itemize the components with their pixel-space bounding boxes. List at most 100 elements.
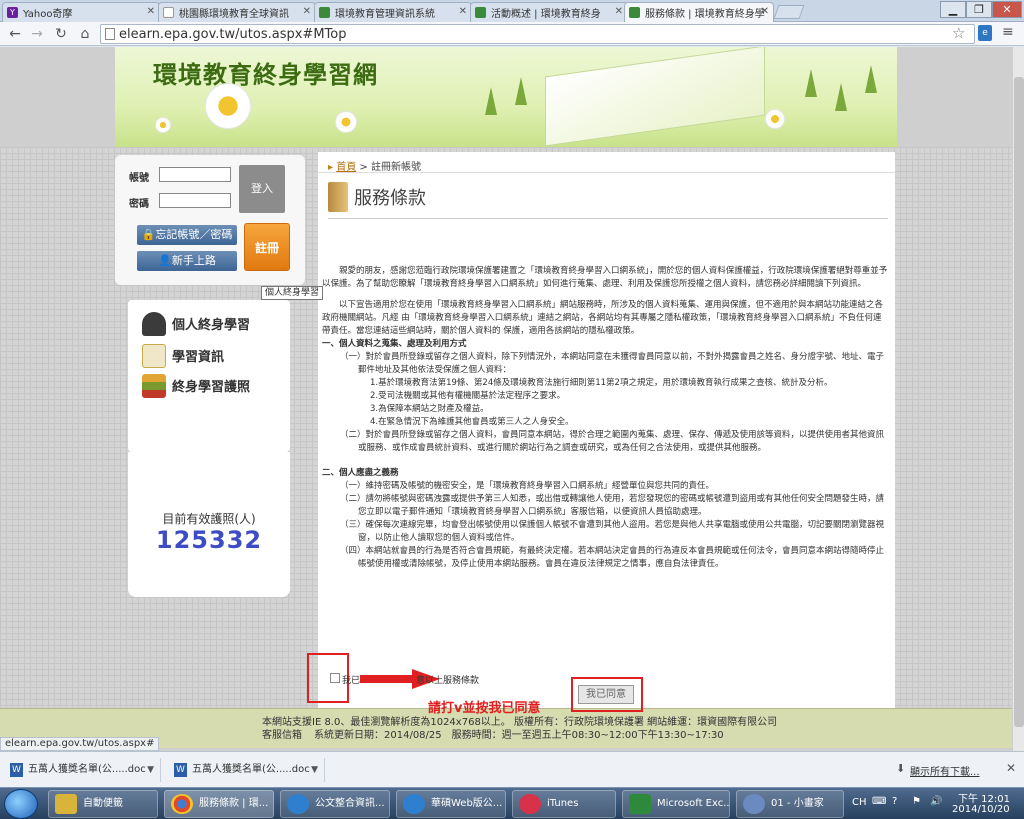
- chevron-down-icon[interactable]: ▼: [311, 758, 318, 782]
- help-icon[interactable]: ?: [892, 796, 897, 807]
- scrollbar-thumb[interactable]: [1014, 77, 1024, 727]
- newbie-guide-button[interactable]: 👤新手上路: [137, 251, 237, 271]
- language-indicator[interactable]: CH: [852, 797, 867, 808]
- clock-date[interactable]: 2014/10/20: [952, 804, 1010, 815]
- footer-contact: 客服信箱: [262, 730, 302, 741]
- extension-icon[interactable]: e: [978, 25, 992, 41]
- menu-item-personal-learning[interactable]: 個人終身學習: [128, 310, 288, 340]
- taskbar-item[interactable]: 自動便籤: [48, 790, 158, 818]
- open-book-illustration: [545, 47, 765, 147]
- terms-intro-1: 親愛的朋友，感謝您蒞臨行政院環境保護署建置之「環境教育終身學習入口網系統」，開於…: [322, 266, 888, 289]
- back-icon[interactable]: ←: [6, 25, 24, 43]
- lock-icon: 🔒: [141, 228, 156, 241]
- page-icon: [105, 28, 115, 40]
- sticky-notes-icon: [55, 794, 77, 814]
- new-tab-button[interactable]: [773, 5, 805, 19]
- account-input[interactable]: [159, 167, 231, 182]
- taskbar-item[interactable]: iTunes: [512, 790, 616, 818]
- taskbar-item[interactable]: 公文整合資訊...: [280, 790, 390, 818]
- user-icon: 👤: [158, 254, 172, 267]
- menu-item-passport[interactable]: 終身學習護照: [128, 372, 288, 402]
- taskbar-item[interactable]: 華碩Web版公...: [396, 790, 506, 818]
- tab-label: 服務條款 | 環境教育終身學: [645, 9, 765, 20]
- passport-count-box: 目前有效護照(人) 125332: [128, 452, 290, 597]
- browser-toolbar: ← → ↻ ⌂ elearn.epa.gov.tw/utos.aspx#MTop: [0, 22, 1024, 46]
- taskbar-item[interactable]: Microsoft Exc...: [622, 790, 730, 818]
- keyboard-icon[interactable]: ⌨: [872, 796, 886, 807]
- page-scrollbar[interactable]: [1012, 47, 1024, 751]
- site-banner: 環境教育終身學習網: [115, 47, 897, 147]
- close-tab-icon[interactable]: ✕: [459, 6, 467, 17]
- password-label: 密碼: [129, 199, 149, 210]
- agree-label-end: 意以上服務條款: [416, 676, 480, 686]
- tab-yahoo[interactable]: Y Yahoo奇摩 ✕: [2, 2, 160, 22]
- terms-text: 親愛的朋友，感謝您蒞臨行政院環境保護署建置之「環境教育終身學習入口網系統」，開於…: [322, 265, 888, 571]
- daisy-icon: [335, 111, 357, 133]
- agree-label-start: 我已: [342, 676, 361, 686]
- close-tab-icon[interactable]: ✕: [761, 6, 769, 17]
- address-bar[interactable]: elearn.epa.gov.tw/utos.aspx#MTop: [100, 24, 975, 44]
- flag-icon[interactable]: ⚑: [912, 796, 921, 807]
- passport-count: 125332: [155, 526, 263, 554]
- ie-icon: [403, 794, 425, 814]
- tab-label: Yahoo奇摩: [23, 9, 73, 20]
- home-icon[interactable]: ⌂: [76, 25, 94, 43]
- tree-icon: [515, 77, 527, 105]
- download-arrow-icon: ⬇: [896, 762, 906, 775]
- terms-subitem: 1.基於環境教育法第19條、第24條及環境教育法施行細則第11第2項之規定，用於…: [370, 378, 833, 388]
- download-filename: 五萬人獲獎名單(公.....doc: [192, 764, 310, 775]
- excel-icon: [629, 794, 651, 814]
- forward-icon[interactable]: →: [28, 25, 46, 43]
- newbie-guide-label: 新手上路: [171, 254, 216, 267]
- start-button[interactable]: [4, 789, 38, 819]
- taskbar-item[interactable]: 01 - 小畫家: [736, 790, 844, 818]
- download-bar: W 五萬人獲獎名單(公.....doc ▼ W 五萬人獲獎名單(公.....do…: [0, 751, 1024, 787]
- minimize-icon[interactable]: ▁: [940, 1, 966, 18]
- close-tab-icon[interactable]: ✕: [615, 6, 623, 17]
- close-tab-icon[interactable]: ✕: [147, 6, 155, 17]
- account-label: 帳號: [129, 173, 149, 184]
- show-all-downloads-link[interactable]: 顯示所有下載...: [910, 763, 980, 778]
- site-title: 環境教育終身學習網: [153, 60, 378, 89]
- download-item[interactable]: W 五萬人獲獎名單(公.....doc ▼: [6, 758, 161, 782]
- menu-tooltip: 個人終身學習: [261, 286, 324, 300]
- agree-button[interactable]: 我已同意: [578, 685, 634, 704]
- tab-terms[interactable]: 服務條款 | 環境教育終身學 ✕: [624, 2, 774, 22]
- login-box: 帳號 密碼 登入 🔒忘記帳號／密碼 👤新手上路 註冊: [115, 155, 305, 285]
- taskbar-item-label: 華碩Web版公...: [431, 798, 503, 809]
- close-tab-icon[interactable]: ✕: [303, 6, 311, 17]
- forgot-password-button[interactable]: 🔒忘記帳號／密碼: [137, 225, 237, 245]
- taskbar-item-label: 01 - 小畫家: [771, 798, 824, 809]
- windows-taskbar: 自動便籤 服務條款 | 環... 公文整合資訊... 華碩Web版公... iT…: [0, 787, 1024, 819]
- download-item[interactable]: W 五萬人獲獎名單(公.....doc ▼: [170, 758, 325, 782]
- register-button[interactable]: 註冊: [244, 223, 290, 271]
- paint-icon: [743, 794, 765, 814]
- tab-management[interactable]: 環境教育管理資訊系統 ✕: [314, 2, 472, 22]
- password-input[interactable]: [159, 193, 231, 208]
- status-url: elearn.epa.gov.tw/utos.aspx#: [0, 737, 160, 751]
- chevron-down-icon[interactable]: ▼: [147, 758, 154, 782]
- tab-taoyuan[interactable]: 桃園縣環境教育全球資訊 ✕: [158, 2, 316, 22]
- menu-icon[interactable]: ≡: [1002, 24, 1014, 40]
- clock-time[interactable]: 下午 12:01: [958, 790, 1010, 805]
- bookmark-star-icon[interactable]: ☆: [952, 24, 965, 42]
- taskbar-item[interactable]: 服務條款 | 環...: [164, 790, 274, 818]
- reload-icon[interactable]: ↻: [52, 25, 70, 43]
- tree-icon: [805, 69, 817, 97]
- taskbar-item-label: Microsoft Exc...: [657, 798, 730, 809]
- books-icon: [142, 374, 166, 398]
- login-button[interactable]: 登入: [239, 165, 285, 213]
- tab-activity[interactable]: 活動概述 | 環境教育終身 ✕: [470, 2, 628, 22]
- restore-icon[interactable]: ❐: [966, 1, 992, 18]
- volume-icon[interactable]: 🔊: [930, 796, 942, 807]
- terms-item: （一）對於會員所登錄或留存之個人資料，除下列情況外，本網站同意在未獲得會員同意以…: [340, 352, 885, 375]
- agree-checkbox[interactable]: [330, 673, 340, 683]
- word-doc-icon: W: [174, 763, 187, 777]
- close-window-icon[interactable]: ✕: [992, 1, 1022, 18]
- tree-icon: [865, 65, 877, 93]
- download-filename: 五萬人獲獎名單(公.....doc: [28, 764, 146, 775]
- page-title: 服務條款: [354, 188, 426, 209]
- menu-item-learning-info[interactable]: 學習資訊: [128, 342, 288, 372]
- close-download-bar-icon[interactable]: ✕: [1006, 761, 1016, 775]
- tree-icon: [835, 83, 847, 111]
